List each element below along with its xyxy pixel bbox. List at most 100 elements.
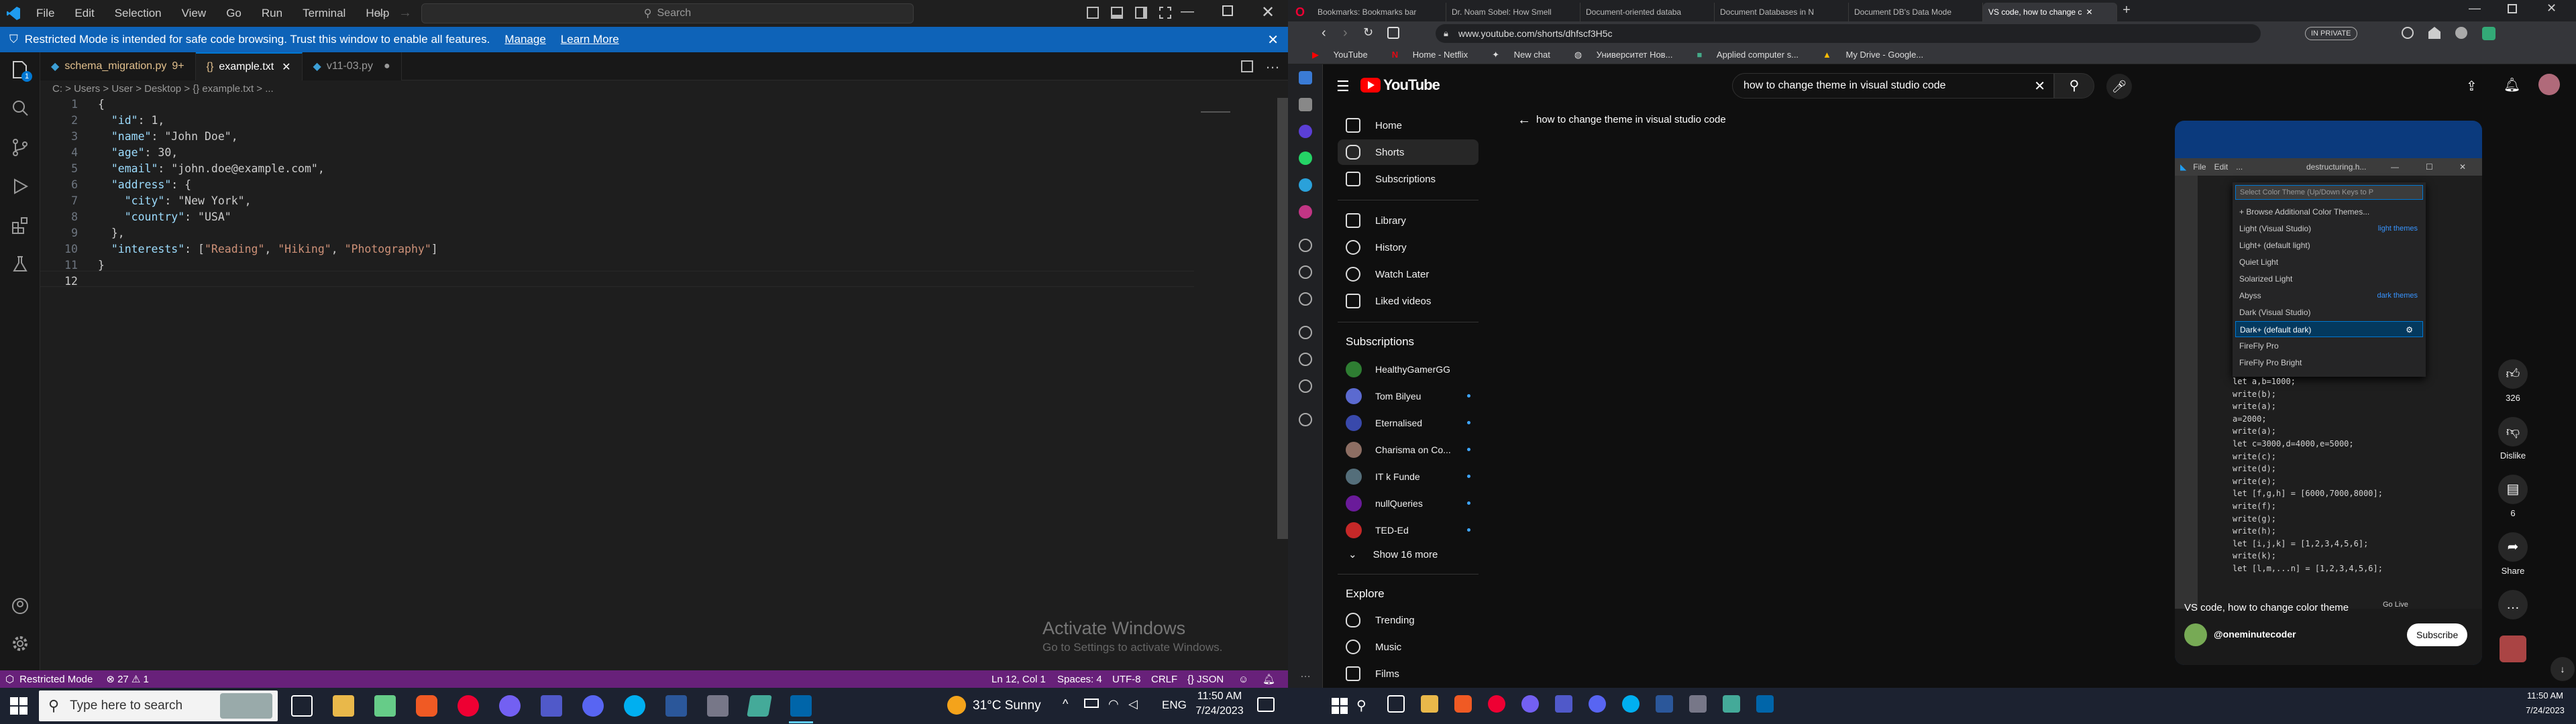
minimize-icon[interactable]: — — [1181, 4, 1194, 19]
teams-icon[interactable] — [541, 695, 562, 717]
nav-watch-later[interactable]: Watch Later — [1338, 261, 1479, 287]
customize-layout-icon[interactable] — [1159, 7, 1171, 19]
manage-gear-icon[interactable] — [9, 633, 31, 654]
messenger-icon[interactable] — [1299, 125, 1312, 138]
run-debug-icon[interactable] — [9, 176, 31, 197]
tab-close-icon[interactable]: ✕ — [282, 60, 290, 74]
bookmark-drive[interactable]: ▲ My Drive - Google... — [1811, 50, 1923, 60]
problems-status[interactable]: ⊗ 27 ⚠ 1 — [106, 673, 149, 685]
nav-subscriptions[interactable]: Subscriptions — [1338, 166, 1479, 192]
remote-icon[interactable]: ⬡ — [0, 673, 19, 685]
browser-tab[interactable]: Bookmarks: Bookmarks bar — [1312, 3, 1446, 21]
telegram-icon[interactable] — [1299, 178, 1312, 192]
calendar-app-icon[interactable] — [374, 695, 396, 717]
more-options-button[interactable]: … — [2498, 590, 2528, 619]
browser-tab[interactable]: Document-oriented databa — [1580, 3, 1715, 21]
private-badge[interactable]: IN PRIVATE — [2305, 27, 2357, 40]
command-center-search[interactable]: ⚲ Search — [421, 3, 914, 23]
forward-arrow-icon[interactable]: › — [1343, 25, 1348, 41]
comments-button[interactable]: ▤ — [2498, 475, 2528, 504]
clock-date[interactable]: 7/24/2023 — [1193, 705, 1246, 717]
notes-app-icon[interactable] — [747, 695, 772, 717]
youtube-search-button[interactable]: ⚲ — [2054, 73, 2094, 99]
menu-view[interactable]: View — [182, 7, 207, 20]
opera-browser-icon[interactable] — [1488, 695, 1505, 713]
crypto-wallet-icon[interactable] — [1299, 292, 1312, 306]
opera-logo-icon[interactable]: O — [1288, 3, 1312, 21]
bookmark-new-chat[interactable]: ✦ New chat — [1480, 50, 1550, 60]
close-icon[interactable]: ✕ — [1261, 3, 1275, 22]
whatsapp-icon[interactable] — [1299, 152, 1312, 165]
address-bar[interactable]: 🔒︎ www.youtube.com/shorts/dhfscf3H5c — [1436, 24, 2261, 43]
banner-close-icon[interactable]: ✕ — [1267, 32, 1279, 48]
vscode-taskbar-icon[interactable] — [1756, 695, 1774, 713]
sound-thumbnail[interactable] — [2500, 636, 2526, 662]
menu-terminal[interactable]: Terminal — [303, 7, 345, 20]
new-tab-icon[interactable]: + — [2117, 3, 2136, 21]
language-status[interactable]: {} JSON — [1187, 674, 1224, 685]
indentation-status[interactable]: Spaces: 4 — [1057, 674, 1102, 685]
bookmark-applied-cs[interactable]: ■ Applied computer s... — [1684, 50, 1799, 60]
easy-setup-icon[interactable] — [2482, 27, 2496, 40]
heart-icon[interactable] — [1299, 326, 1312, 339]
tab-v11-03[interactable]: ◆ v11-03.py ● — [302, 52, 402, 80]
back-arrow-icon[interactable]: ← — [1517, 113, 1531, 128]
notifications-bell-icon[interactable]: 🔔︎ — [1263, 673, 1275, 685]
windows-start-icon[interactable] — [9, 697, 28, 715]
aria-icon[interactable] — [1299, 71, 1312, 84]
menu-file[interactable]: File — [36, 7, 54, 20]
clock-time[interactable]: 11:50 AM — [2518, 690, 2572, 701]
testing-icon[interactable] — [9, 253, 31, 275]
restore-icon[interactable] — [2508, 4, 2517, 13]
menu-go[interactable]: Go — [226, 7, 241, 20]
short-video-player[interactable]: ◣ File Edit ... destructuring.h... — ☐ ✕… — [2175, 121, 2482, 665]
create-upload-icon[interactable]: ⇪ — [2466, 78, 2477, 95]
channel-name[interactable]: @oneminutecoder — [2214, 629, 2296, 640]
accounts-icon[interactable] — [9, 595, 31, 617]
youtube-logo[interactable]: YouTube — [1360, 76, 1440, 94]
minimize-icon[interactable]: — — [2469, 1, 2481, 15]
notes-app-icon[interactable] — [1723, 695, 1740, 713]
manage-link[interactable]: Manage — [504, 33, 545, 46]
reload-icon[interactable]: ↻ — [1363, 25, 1373, 40]
subscription-item[interactable]: Eternalised — [1338, 410, 1479, 436]
battery-icon[interactable] — [1084, 699, 1099, 708]
bookmark-university[interactable]: ◍ Университет Нов... — [1562, 50, 1673, 60]
task-view-icon[interactable] — [291, 695, 313, 717]
nav-films[interactable]: Films — [1338, 661, 1479, 686]
instagram-icon[interactable] — [1299, 205, 1312, 219]
notification-center-icon[interactable] — [1257, 697, 1275, 712]
clear-search-icon[interactable]: ✕ — [2034, 78, 2045, 95]
dislike-button[interactable]: 👎︎ — [2498, 417, 2528, 446]
extensions-icon[interactable] — [9, 215, 31, 236]
discord-icon[interactable] — [582, 695, 604, 717]
toggle-panel-icon[interactable] — [1111, 7, 1123, 19]
browser-tab[interactable]: Document DB's Data Mode — [1849, 3, 1983, 21]
nav-trending[interactable]: Trending — [1338, 607, 1479, 633]
editor-scrollbar[interactable] — [1277, 98, 1288, 539]
browser-tab[interactable]: Document Databases in N — [1715, 3, 1849, 21]
toggle-secondary-sidebar-icon[interactable] — [1135, 7, 1147, 19]
app-icon[interactable] — [707, 695, 729, 717]
toggle-sidebar-icon[interactable] — [1087, 7, 1099, 19]
menu-selection[interactable]: Selection — [115, 7, 162, 20]
bookmark-netflix[interactable]: N Home - Netflix — [1380, 50, 1468, 60]
lock-icon[interactable]: 🔒︎ — [1444, 28, 1448, 39]
menu-run[interactable]: Run — [262, 7, 282, 20]
breadcrumb[interactable]: C: > Users > User > Desktop > {} example… — [52, 83, 274, 95]
subscription-item[interactable]: Tom Bilyeu — [1338, 383, 1479, 409]
nav-liked-videos[interactable]: Liked videos — [1338, 288, 1479, 314]
skype-icon[interactable] — [624, 695, 645, 717]
file-explorer-icon[interactable] — [1421, 695, 1438, 713]
channel-avatar[interactable] — [2184, 623, 2207, 646]
tab-example-txt[interactable]: {} example.txt ✕ — [195, 52, 303, 80]
windows-start-icon[interactable] — [1331, 697, 1348, 715]
search-icon[interactable] — [9, 98, 31, 119]
extensions-icon[interactable] — [2428, 27, 2440, 39]
brave-browser-icon[interactable] — [416, 695, 437, 717]
workspace-icon[interactable] — [1299, 98, 1312, 111]
nav-history[interactable]: History — [1338, 235, 1479, 260]
music-player-icon[interactable] — [1299, 239, 1312, 252]
unsaved-dot-icon[interactable]: ● — [384, 60, 390, 72]
taskbar-search[interactable]: ⚲ Type here to search — [39, 690, 278, 721]
